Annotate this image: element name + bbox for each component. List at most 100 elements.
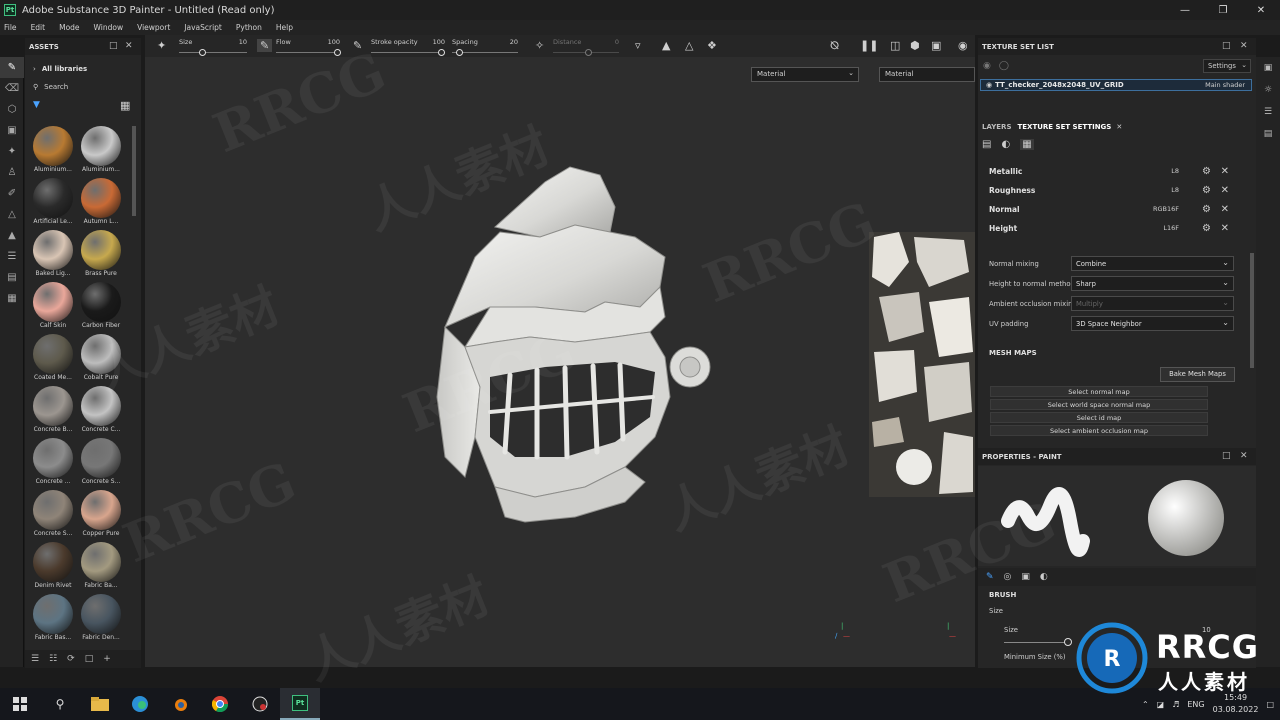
asset-tile[interactable]: Brass Pure — [76, 230, 126, 282]
texture-set-item[interactable]: ◉ TT_checker_2048x2048_UV_GRID Main shad… — [980, 79, 1252, 91]
align-icon[interactable]: △ — [685, 39, 693, 52]
flow-knob[interactable] — [334, 49, 341, 56]
asset-tile[interactable]: Concrete C... — [76, 386, 126, 438]
asset-tile[interactable]: Aluminium... — [28, 126, 78, 178]
material-ball-icon[interactable]: ◐ — [1001, 139, 1010, 150]
search-icon[interactable]: ⚲ — [40, 688, 80, 720]
asset-tile[interactable]: Copper Pure — [76, 490, 126, 542]
pause-icon[interactable]: ❚❚ — [860, 39, 878, 52]
chevron-up-icon[interactable]: ⌃ — [1142, 700, 1149, 709]
asset-tile[interactable]: Cobalt Pure — [76, 334, 126, 386]
select-normal-map-button[interactable]: Select normal map — [990, 386, 1208, 397]
brush-tab-icon[interactable]: ✎ — [986, 572, 994, 582]
menu-help[interactable]: Help — [276, 23, 293, 32]
search-input[interactable]: Search — [44, 83, 68, 91]
normal-mixing-select[interactable]: Combine ⌄ — [1071, 256, 1234, 271]
float-panel-icon[interactable]: □ — [1222, 451, 1231, 461]
visibility-icon[interactable]: ◉ — [983, 61, 991, 71]
stroke-opacity-knob[interactable] — [438, 49, 445, 56]
float-panel-icon[interactable]: □ — [109, 41, 118, 51]
texture-set-icon[interactable]: ▤ — [1256, 123, 1280, 145]
layer-stack-icon[interactable]: ☰ — [0, 246, 24, 267]
asset-tile[interactable]: Artificial Le... — [28, 178, 78, 230]
transform-icon[interactable]: ❖ — [707, 39, 717, 52]
edge-browser-icon[interactable] — [120, 688, 160, 720]
camera-icon[interactable]: ▣ — [1256, 57, 1280, 79]
remove-channel-icon[interactable]: ✕ — [1221, 204, 1229, 215]
close-window-icon[interactable]: ✕ — [1242, 0, 1280, 20]
channel-format[interactable]: RGB16F — [1153, 205, 1179, 213]
menu-javascript[interactable]: JavaScript — [184, 23, 222, 32]
color-picker-icon[interactable]: ✐ — [0, 183, 24, 204]
refresh-icon[interactable]: ⟳ — [67, 654, 75, 664]
gear-icon[interactable]: ⚙ — [1202, 204, 1211, 215]
asset-tile[interactable]: Concrete S... — [28, 490, 78, 542]
stroke-icon[interactable]: ✎ — [353, 39, 362, 52]
close-panel-icon[interactable]: ✕ — [125, 41, 133, 51]
list-add-icon[interactable]: ☷ — [49, 654, 57, 664]
add-icon[interactable]: + — [103, 654, 111, 664]
mirror-icon[interactable]: ▲ — [662, 39, 670, 52]
split-view-icon[interactable]: ◫ — [890, 39, 900, 52]
size-slider-track[interactable] — [1004, 642, 1066, 643]
uv-padding-select[interactable]: 3D Space Neighbor ⌄ — [1071, 316, 1234, 331]
remove-channel-icon[interactable]: ✕ — [1221, 166, 1229, 177]
notifications-icon[interactable]: □ — [1266, 700, 1274, 709]
asset-tile[interactable]: Fabric Ba... — [76, 542, 126, 594]
select-id-map-button[interactable]: Select id map — [990, 412, 1208, 423]
asset-tile[interactable]: Aluminium... — [76, 126, 126, 178]
channel-format[interactable]: L16F — [1163, 224, 1179, 232]
tab-layers[interactable]: LAYERS — [982, 123, 1012, 131]
asset-tile[interactable]: Calf Skin — [28, 282, 78, 334]
asset-tile[interactable]: Fabric Den... — [76, 594, 126, 646]
geometry-mask-icon[interactable]: ▣ — [0, 120, 24, 141]
libraries-row[interactable]: › All libraries — [25, 60, 141, 78]
settings-scrollbar[interactable] — [1250, 253, 1254, 368]
distance-slider[interactable]: Distance 0 — [553, 37, 619, 57]
asset-tile[interactable]: Fabric Bas... — [28, 594, 78, 646]
material-tab-icon[interactable]: ◐ — [1040, 572, 1048, 582]
shelf-icon[interactable]: ▦ — [0, 288, 24, 309]
gear-icon[interactable]: ⚙ — [1202, 185, 1211, 196]
file-explorer-icon[interactable] — [80, 688, 120, 720]
gear-icon[interactable]: ⚙ — [1202, 166, 1211, 177]
tab-texture-set-settings[interactable]: TEXTURE SET SETTINGS — [1018, 123, 1112, 131]
maximize-icon[interactable]: ❐ — [1204, 0, 1242, 20]
asset-tile[interactable]: Coated Me... — [28, 334, 78, 386]
settings-dropdown[interactable]: Settings ⌄ — [1203, 59, 1251, 73]
select-ao-map-button[interactable]: Select ambient occlusion map — [990, 425, 1208, 436]
close-tab-icon[interactable]: ✕ — [1116, 123, 1122, 131]
ao-mixing-select[interactable]: Multiply ⌄ — [1071, 296, 1234, 311]
search-row[interactable]: ⚲ Search — [25, 78, 141, 96]
asset-tile[interactable]: Carbon Fiber — [76, 282, 126, 334]
size-slider-knob[interactable] — [1064, 638, 1072, 646]
flow-slider[interactable]: Flow 100 — [276, 37, 341, 57]
list-icon[interactable]: ☰ — [31, 654, 39, 664]
float-panel-icon[interactable]: □ — [1222, 41, 1231, 51]
size-knob[interactable] — [199, 49, 206, 56]
alpha-tab-icon[interactable]: ◎ — [1004, 572, 1012, 582]
paint-brush-icon[interactable]: ✎ — [0, 57, 24, 78]
uv-2d-view[interactable] — [869, 232, 975, 497]
symmetry-icon[interactable]: ▿ — [635, 39, 641, 52]
menu-window[interactable]: Window — [94, 23, 124, 32]
asset-tile[interactable]: Concrete B... — [28, 386, 78, 438]
size-slider[interactable]: Size 10 — [179, 37, 247, 57]
windows-start-icon[interactable] — [0, 688, 40, 720]
bake-mesh-maps-button[interactable]: Bake Mesh Maps — [1160, 367, 1235, 382]
polygon-fill-icon[interactable]: △ — [0, 204, 24, 225]
asset-tile[interactable]: Concrete ... — [28, 438, 78, 490]
menu-file[interactable]: File — [4, 23, 17, 32]
language-indicator[interactable]: ENG — [1187, 700, 1204, 709]
screenshot-icon[interactable]: ◉ — [958, 39, 968, 52]
grid-view-icon[interactable]: ▦ — [120, 99, 130, 112]
folder-icon[interactable]: □ — [85, 654, 94, 664]
obs-icon[interactable] — [240, 688, 280, 720]
camera-icon[interactable]: ▣ — [931, 39, 941, 52]
texture-set-icon[interactable]: ▤ — [982, 139, 991, 150]
blender-icon[interactable] — [160, 688, 200, 720]
eye-icon[interactable]: ◯ — [999, 61, 1009, 71]
network-icon[interactable]: ◪ — [1157, 700, 1165, 709]
minimize-icon[interactable]: — — [1166, 0, 1204, 20]
spacing-slider[interactable]: Spacing 20 — [452, 37, 518, 57]
